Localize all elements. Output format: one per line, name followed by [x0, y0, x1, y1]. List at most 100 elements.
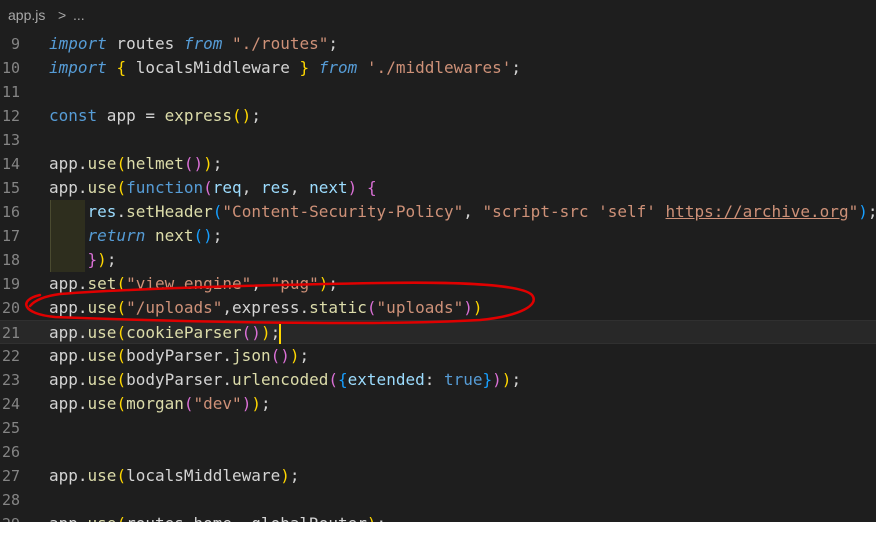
code-line[interactable]: 25 — [0, 416, 876, 440]
code-token: , — [289, 178, 310, 197]
line-number: 27 — [1, 467, 20, 485]
code-editor[interactable]: 9 import routes from "./routes"; 10 import … — [0, 32, 876, 522]
code-token: ; — [377, 514, 387, 522]
code-token: } — [87, 250, 98, 269]
code-text: }); — [49, 248, 117, 272]
code-token: ( — [116, 154, 127, 173]
code-line[interactable]: 19 app.set("view engine", "pug"); — [0, 272, 876, 296]
code-token: ) — [97, 250, 107, 269]
code-token: from — [183, 34, 223, 53]
line-number: 17 — [1, 227, 20, 245]
code-token: ; — [106, 250, 117, 269]
code-line[interactable]: 13 — [0, 128, 876, 152]
code-token: ( — [116, 370, 127, 389]
code-token: './middlewares' — [366, 58, 512, 77]
code-token: bodyParser. — [126, 346, 233, 365]
code-line[interactable]: 12 const app = express(); — [0, 104, 876, 128]
code-token: req — [212, 178, 242, 197]
code-token: ( — [116, 514, 126, 522]
code-text: app.use(cookieParser()); — [49, 321, 282, 345]
code-line[interactable]: 16 res.setHeader("Content-Security-Polic… — [0, 200, 876, 224]
code-token: ) — [318, 274, 329, 293]
code-text: res.setHeader("Content-Security-Policy",… — [49, 200, 876, 224]
breadcrumb: app.js > ... — [0, 0, 876, 32]
code-token: https://archive.org — [665, 202, 849, 221]
code-token: express — [164, 106, 233, 125]
code-token: ) — [241, 394, 252, 413]
code-line[interactable]: 22 app.use(bodyParser.json()); — [0, 344, 876, 368]
code-token: ( — [116, 323, 127, 342]
code-line[interactable]: 20 app.use("/uploads",express.static("upl… — [0, 296, 876, 320]
code-text: app.use(helmet()); — [49, 152, 222, 176]
code-text: app.use(routes.home, globalRouter); — [49, 512, 386, 522]
code-token: () — [183, 154, 204, 173]
code-line[interactable]: 27 app.use(localsMiddleware); — [0, 464, 876, 488]
code-line[interactable]: 23 app.use(bodyParser.urlencoded({extende… — [0, 368, 876, 392]
code-token: ( — [116, 466, 127, 485]
code-line[interactable]: 17 return next(); — [0, 224, 876, 248]
code-line[interactable]: 24 app.use(morgan("dev")); — [0, 392, 876, 416]
code-token: ( — [183, 394, 194, 413]
code-line[interactable]: 29 app.use(routes.home, globalRouter); — [0, 512, 876, 522]
code-token: bodyParser. — [126, 370, 233, 389]
breadcrumb-chevron-icon: > — [58, 7, 67, 23]
code-token: : — [424, 370, 444, 389]
code-token: json — [232, 346, 271, 365]
code-token: . — [116, 202, 127, 221]
line-number: 11 — [1, 83, 20, 101]
code-text: app.use(bodyParser.urlencoded({extended:… — [49, 368, 521, 392]
code-token: app = — [97, 106, 165, 125]
line-number: 13 — [1, 131, 20, 149]
code-line[interactable]: 10 import { localsMiddleware } from './mi… — [0, 56, 876, 80]
code-line[interactable]: 28 — [0, 488, 876, 512]
line-number: 15 — [1, 179, 20, 197]
code-line[interactable]: 14 app.use(helmet()); — [0, 152, 876, 176]
code-line[interactable]: 18 }); — [0, 248, 876, 272]
code-token: () — [232, 106, 252, 125]
breadcrumb-file[interactable]: app.js — [8, 7, 45, 23]
breadcrumb-more[interactable]: ... — [73, 7, 85, 23]
code-token: extended — [347, 370, 425, 389]
code-token: app. — [49, 394, 88, 413]
code-token: use — [87, 466, 117, 485]
code-token: ; — [328, 34, 338, 53]
code-token: ) — [251, 394, 261, 413]
code-line[interactable]: 11 — [0, 80, 876, 104]
code-token: cookieParser — [126, 323, 242, 342]
code-line[interactable]: 26 — [0, 440, 876, 464]
code-token: ( — [328, 370, 339, 389]
line-number: 10 — [1, 59, 20, 77]
code-token: app. — [49, 178, 88, 197]
code-token: ; — [511, 58, 522, 77]
line-number: 21 — [1, 324, 20, 342]
code-line[interactable]: 21 app.use(cookieParser()); — [0, 320, 876, 344]
code-token: ) — [347, 178, 358, 197]
code-token: function — [126, 178, 204, 197]
code-token: ; — [328, 274, 339, 293]
code-text: app.use(morgan("dev")); — [49, 392, 271, 416]
code-token: routes.home, globalRouter — [126, 514, 367, 522]
code-token: "pug" — [270, 274, 319, 293]
code-token: ) — [858, 202, 868, 221]
code-token: ; — [212, 226, 223, 245]
code-line[interactable]: 9 import routes from "./routes"; — [0, 32, 876, 56]
code-token: ( — [116, 346, 127, 365]
code-token: use — [88, 514, 117, 522]
code-token: set — [87, 274, 117, 293]
code-token: , — [241, 178, 261, 197]
code-token: "/uploads" — [126, 298, 223, 317]
code-text: app.set("view engine", "pug"); — [49, 272, 338, 296]
code-token: app. — [49, 514, 88, 522]
code-token: } — [299, 58, 310, 77]
code-token: use — [87, 178, 117, 197]
line-number: 18 — [1, 251, 20, 269]
code-token: ; — [212, 154, 223, 173]
code-token: localsMiddleware — [126, 466, 281, 485]
code-token: app. — [49, 346, 88, 365]
code-line[interactable]: 15 app.use(function(req, res, next) { — [0, 176, 876, 200]
code-token: use — [87, 323, 117, 342]
